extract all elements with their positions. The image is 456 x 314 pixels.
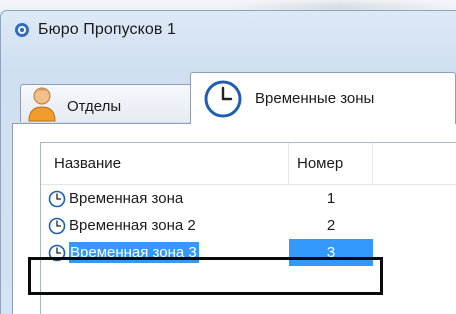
list-item-name-cell: Временная зона 2 xyxy=(41,212,289,239)
column-header-number[interactable]: Номер xyxy=(289,143,373,184)
list-item[interactable]: Временная зона 2 2 xyxy=(41,212,456,239)
list-item-number: 1 xyxy=(326,190,336,207)
list-item-name: Временная зона 3 xyxy=(69,242,199,263)
tab-departments-label: Отделы xyxy=(67,98,122,115)
list-item-selected[interactable]: Временная зона 3 3 xyxy=(41,239,456,266)
clock-icon xyxy=(204,80,242,117)
clock-icon xyxy=(48,244,66,261)
clock-icon xyxy=(48,190,66,207)
list-item-name: Временная зона 2 xyxy=(69,217,196,234)
tab-time-zones-label: Временные зоны xyxy=(255,90,375,107)
list-item[interactable]: Временная зона 1 xyxy=(41,185,456,212)
list-rows: Временная зона 1 Временная зона 2 2 Врем… xyxy=(41,185,456,266)
list-item-name: Временная зона xyxy=(69,190,184,207)
screen: Бюро Пропусков 1 Отделы Временные зоны Н… xyxy=(0,0,456,314)
tab-content-panel: Название Номер Временная зона 1 Временна… xyxy=(12,123,456,314)
title-bar: Бюро Пропусков 1 xyxy=(14,18,176,42)
time-zones-list[interactable]: Название Номер Временная зона 1 Временна… xyxy=(40,142,456,314)
list-item-name-cell: Временная зона 3 xyxy=(41,239,289,266)
person-icon xyxy=(28,87,56,121)
tab-strip: Отделы Временные зоны xyxy=(12,72,456,124)
list-item-number: 3 xyxy=(289,239,373,266)
list-item-number: 2 xyxy=(326,217,336,234)
column-header-name[interactable]: Название xyxy=(41,143,289,184)
list-item-name-cell: Временная зона xyxy=(41,185,289,212)
column-header-empty xyxy=(373,143,456,184)
clock-icon xyxy=(48,217,66,234)
tab-time-zones[interactable]: Временные зоны xyxy=(190,72,456,124)
list-header: Название Номер xyxy=(41,143,456,185)
app-icon xyxy=(15,23,29,37)
window-title: Бюро Пропусков 1 xyxy=(38,21,177,38)
tab-departments[interactable]: Отделы xyxy=(20,84,192,122)
